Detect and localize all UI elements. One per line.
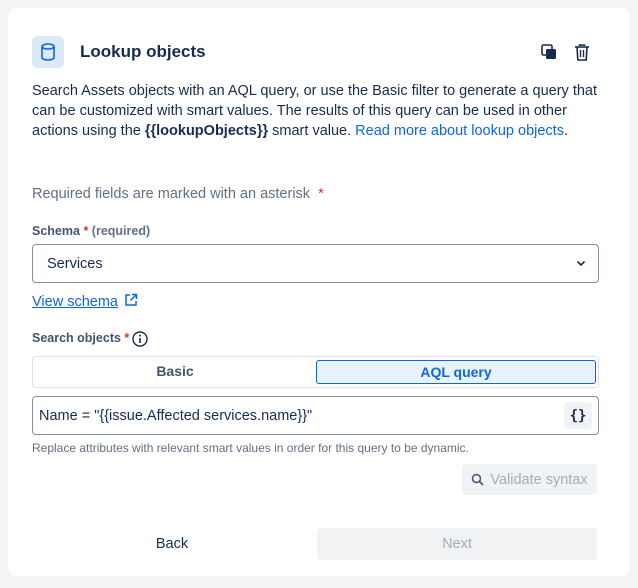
schema-select[interactable]: Services — [32, 244, 599, 283]
schema-select-value: Services — [47, 256, 103, 272]
insert-smart-value-button[interactable]: {} — [564, 402, 592, 429]
database-cylinder-icon — [32, 36, 64, 68]
duplicate-button[interactable] — [537, 40, 561, 64]
external-link-icon — [125, 293, 138, 306]
aql-query-input[interactable]: Name = "{{issue.Affected services.name}}… — [32, 396, 599, 435]
search-mode-toggle: Basic AQL query — [32, 356, 599, 388]
tab-basic[interactable]: Basic — [36, 360, 314, 382]
back-button[interactable]: Back — [32, 528, 312, 560]
panel-header: Lookup objects — [32, 36, 606, 68]
search-objects-label: Search objects * — [32, 331, 130, 345]
validate-syntax-button[interactable]: Validate syntax — [462, 464, 597, 495]
required-fields-note: Required fields are marked with an aster… — [32, 186, 324, 202]
lookup-objects-panel: Lookup objects Search Assets objects wit… — [8, 8, 630, 576]
aql-query-value: Name = "{{issue.Affected services.name}}… — [39, 408, 313, 424]
description-text: Search Assets objects with an AQL query,… — [32, 83, 598, 139]
trash-icon — [575, 43, 589, 61]
next-button[interactable]: Next — [317, 528, 597, 560]
info-icon[interactable] — [132, 331, 148, 347]
copy-icon — [541, 44, 556, 59]
smart-value-name: {{lookupObjects}} — [144, 123, 269, 139]
delete-button[interactable] — [570, 40, 594, 64]
chevron-down-icon — [576, 260, 586, 267]
read-more-link[interactable]: Read more about lookup objects — [355, 123, 564, 139]
search-icon — [472, 473, 484, 486]
panel-title: Lookup objects — [80, 42, 206, 61]
view-schema-link[interactable]: View schema — [32, 294, 118, 310]
schema-label: Schema * (required) — [32, 224, 151, 238]
tab-aql-query[interactable]: AQL query — [316, 360, 596, 384]
query-helper-text: Replace attributes with relevant smart v… — [32, 441, 469, 455]
